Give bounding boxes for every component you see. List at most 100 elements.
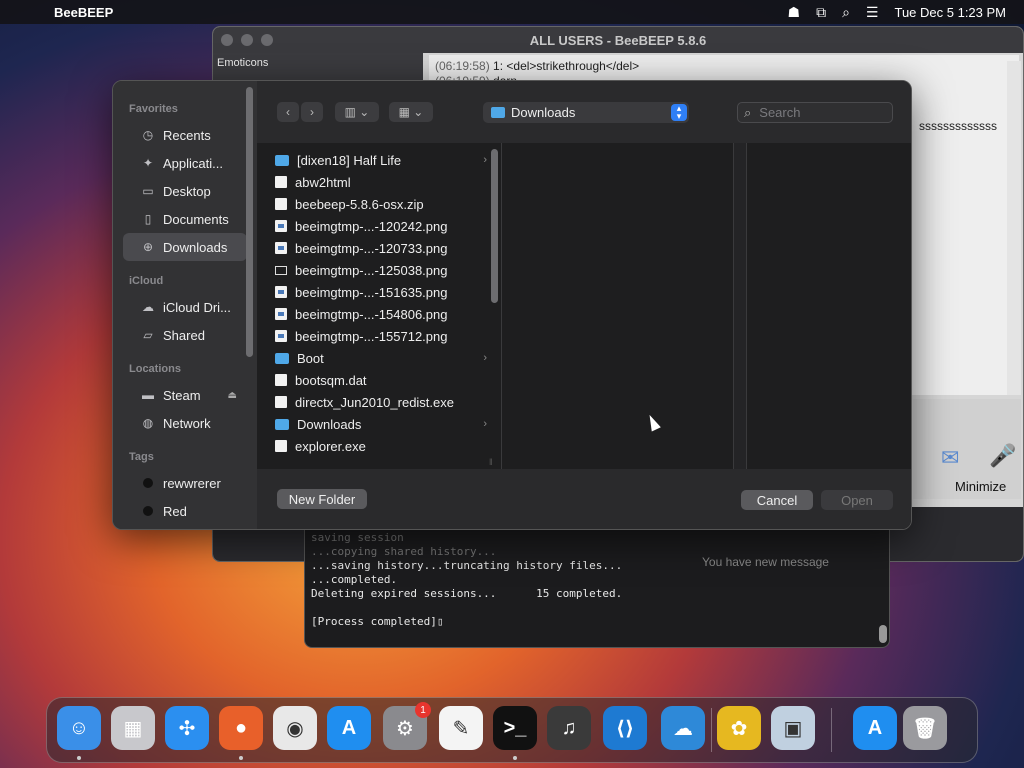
chevron-right-icon: ›: [483, 352, 487, 364]
terminal-icon[interactable]: >_: [493, 706, 537, 750]
file-row[interactable]: Downloads ›: [257, 413, 501, 435]
location-popup[interactable]: Downloads ▴ ▾: [483, 102, 689, 123]
garageband-icon[interactable]: ♫: [547, 706, 591, 750]
app-menu-name[interactable]: BeeBEEP: [54, 5, 113, 20]
column-resize-handle[interactable]: ‖: [489, 457, 493, 467]
preview-icon[interactable]: ▣: [771, 706, 815, 750]
weather-icon[interactable]: ☁: [661, 706, 705, 750]
file-row[interactable]: beebeep-5.8.6-osx.zip: [257, 193, 501, 215]
terminal-cursor: ▯: [436, 615, 444, 628]
dialog-sidebar: Favorites ◷ Recents ✦ Applicati... ▭ Deskto…: [113, 81, 257, 529]
window-switch-icon[interactable]: ⧉: [816, 4, 826, 21]
control-center-icon[interactable]: ☰: [866, 4, 879, 21]
finder-icon[interactable]: ☺: [57, 706, 101, 750]
chevron-left-icon: ‹: [286, 105, 290, 119]
view-mode-button[interactable]: ▥ ⌄: [335, 102, 379, 122]
sidebar-item-icloud-drive[interactable]: ☁ iCloud Dri...: [123, 293, 247, 321]
terminal-output[interactable]: saving session ...copying shared history…: [304, 520, 890, 648]
file-row[interactable]: beeimgtmp-...-120733.png: [257, 237, 501, 259]
file-row[interactable]: beeimgtmp-...-151635.png: [257, 281, 501, 303]
file-row[interactable]: abw2html: [257, 171, 501, 193]
location-label: Downloads: [511, 105, 576, 120]
zoom-window-icon[interactable]: [261, 34, 273, 46]
sidebar-scrollbar[interactable]: [246, 87, 253, 357]
file-name: [dixen18] Half Life: [297, 152, 402, 168]
document-icon: ▯: [144, 212, 152, 226]
sidebar-item-shared[interactable]: ▱ Shared: [123, 321, 247, 349]
forward-button[interactable]: ›: [301, 102, 323, 122]
image-file-icon: [275, 308, 287, 320]
document-icon: [275, 396, 287, 408]
vscode-icon[interactable]: ⟨⟩: [603, 706, 647, 750]
sidebar-item-tag[interactable]: Red: [123, 497, 247, 525]
file-column[interactable]: [dixen18] Half Life › abw2html beebeep-5.8.…: [257, 149, 501, 469]
chrome-icon[interactable]: ◉: [273, 706, 317, 750]
spotlight-search-icon[interactable]: ⌕: [842, 4, 850, 21]
minimize-window-icon[interactable]: [241, 34, 253, 46]
textedit-icon[interactable]: ✎: [439, 706, 483, 750]
search-input[interactable]: [759, 105, 880, 120]
sidebar-item-documents[interactable]: ▯ Documents: [123, 205, 247, 233]
search-field[interactable]: ⌕: [737, 102, 893, 123]
open-button[interactable]: Open: [821, 490, 893, 510]
cancel-button[interactable]: Cancel: [741, 490, 813, 510]
document-icon: [275, 374, 287, 386]
file-name: abw2html: [295, 174, 351, 190]
launchpad-icon[interactable]: ▦: [111, 706, 155, 750]
terminal-scrollbar[interactable]: [879, 625, 887, 643]
sidebar-item-recents[interactable]: ◷ Recents: [123, 121, 247, 149]
close-window-icon[interactable]: [221, 34, 233, 46]
beebeep-title-bar[interactable]: ALL USERS - BeeBEEP 5.8.6: [213, 27, 1023, 53]
file-row[interactable]: bootsqm.dat: [257, 369, 501, 391]
file-row[interactable]: beeimgtmp-...-154806.png: [257, 303, 501, 325]
file-row[interactable]: explorer.exe: [257, 435, 501, 457]
safari-icon[interactable]: ✣: [165, 706, 209, 750]
file-row[interactable]: [dixen18] Half Life ›: [257, 149, 501, 171]
file-row[interactable]: Boot ›: [257, 347, 501, 369]
folder-icon: [491, 107, 505, 118]
microphone-icon[interactable]: 🎤: [989, 443, 1016, 469]
menubar: BeeBEEP ☗ ⧉ ⌕ ☰ Tue Dec 5 1:23 PM: [0, 0, 1024, 24]
document-icon: [275, 265, 287, 275]
firefox-icon[interactable]: ●: [219, 706, 263, 750]
beebeep-icon[interactable]: ✿: [717, 706, 761, 750]
system-settings-icon[interactable]: ⚙ 1: [383, 702, 431, 750]
group-button[interactable]: ▦ ⌄: [389, 102, 433, 122]
file-row[interactable]: directx_Jun2010_redist.exe: [257, 391, 501, 413]
beebeep-window-title: ALL USERS - BeeBEEP 5.8.6: [529, 32, 707, 48]
sidebar-item-tag[interactable]: rewwrerer: [123, 469, 247, 497]
sidebar-item-network[interactable]: ◍ Network: [123, 409, 247, 437]
new-folder-button[interactable]: New Folder: [277, 489, 367, 509]
chevron-right-icon: ›: [483, 154, 487, 166]
folder-icon: [275, 154, 289, 166]
menubar-clock[interactable]: Tue Dec 5 1:23 PM: [894, 5, 1006, 20]
file-row[interactable]: beeimgtmp-...-120242.png: [257, 215, 501, 237]
columns-view-icon: ▥ ⌄: [344, 105, 370, 119]
network-icon: ◍: [142, 416, 154, 430]
sidebar-item-applications[interactable]: ✦ Applicati...: [123, 149, 247, 177]
eject-icon[interactable]: ⏏: [228, 390, 237, 401]
column-divider[interactable]: [501, 143, 502, 469]
sidebar-header-locations: Locations: [129, 363, 181, 375]
app-store-2-icon[interactable]: A: [853, 706, 897, 750]
sidebar-item-downloads[interactable]: ⊕ Downloads: [123, 233, 247, 261]
back-button[interactable]: ‹: [277, 102, 299, 122]
chat-line: (06:19:58) 1: <del>strikethrough</del>: [435, 59, 640, 73]
running-indicator: [239, 756, 243, 760]
send-mail-icon[interactable]: ✉: [941, 445, 959, 471]
app-store-icon[interactable]: A: [327, 706, 371, 750]
terminal-line: Deleting expired sessions... 15 complete…: [311, 587, 623, 600]
minimize-label[interactable]: Minimize: [955, 479, 1006, 494]
file-row[interactable]: beeimgtmp-...-125038.png: [257, 259, 501, 281]
chat-scrollbar[interactable]: [1007, 61, 1021, 395]
file-row[interactable]: beeimgtmp-...-155712.png: [257, 325, 501, 347]
file-name: beeimgtmp-...-120242.png: [295, 218, 448, 234]
sidebar-item-steam[interactable]: ▬ Steam ⏏: [123, 381, 247, 409]
beebeep-status-icon[interactable]: ☗: [788, 4, 801, 21]
chevron-right-icon: ›: [310, 105, 314, 119]
column-divider[interactable]: [733, 143, 747, 469]
sidebar-item-desktop[interactable]: ▭ Desktop: [123, 177, 247, 205]
emoticons-label: Emoticons: [217, 57, 269, 69]
file-column-scrollbar[interactable]: [491, 149, 498, 303]
trash-icon[interactable]: 🗑: [903, 706, 947, 750]
